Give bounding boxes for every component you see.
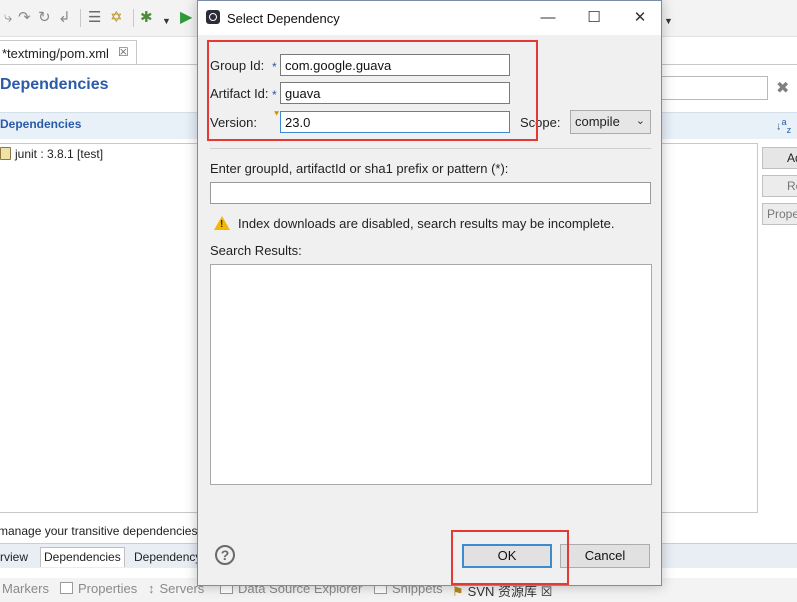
add-button[interactable]: Add... bbox=[762, 147, 797, 169]
hint-text: manage your transitive dependencies bbox=[0, 524, 198, 538]
search-label: Enter groupId, artifactId or sha1 prefix… bbox=[210, 161, 509, 176]
debug-icon[interactable]: ✱ bbox=[140, 10, 153, 26]
tab-markers[interactable]: Markers bbox=[2, 581, 49, 596]
step-into-icon[interactable]: ⤷ bbox=[4, 10, 12, 26]
cancel-button[interactable]: Cancel bbox=[560, 544, 650, 568]
tab-properties-label: Properties bbox=[78, 581, 138, 596]
servers-icon: ↕ bbox=[148, 581, 155, 596]
dialog-title: Select Dependency bbox=[227, 11, 340, 26]
tab-dependencies[interactable]: Dependencies bbox=[40, 547, 125, 567]
editor-tab-pom[interactable]: *textming/pom.xml ☒ bbox=[0, 40, 137, 65]
transitive-hint: manage your transitive dependencies bbox=[0, 524, 199, 538]
close-icon[interactable]: ✕ bbox=[624, 7, 656, 29]
highlight-coordinates-box bbox=[207, 40, 538, 141]
skip-breakpoints-icon[interactable]: ✡ bbox=[110, 10, 123, 26]
clear-filter-icon[interactable]: ✖ bbox=[776, 78, 789, 98]
warning-text: Index downloads are disabled, search res… bbox=[238, 216, 615, 231]
warning-icon: ! bbox=[214, 216, 230, 230]
highlight-ok-box bbox=[451, 530, 569, 585]
tab-properties[interactable]: Properties bbox=[60, 581, 137, 596]
page-title: Dependencies bbox=[0, 76, 109, 93]
sort-alphabetically-icon[interactable]: ↓az bbox=[776, 117, 791, 135]
scope-value: compile bbox=[575, 114, 620, 129]
close-icon[interactable]: ☒ bbox=[541, 584, 553, 599]
eclipse-logo-icon bbox=[206, 10, 220, 24]
dialog-title-bar: Select Dependency — ☐ ✕ bbox=[198, 1, 661, 35]
jar-icon bbox=[0, 147, 11, 160]
drop-to-frame-icon[interactable]: ↲ bbox=[58, 10, 71, 26]
separator bbox=[210, 148, 651, 149]
toolbar-separator bbox=[133, 9, 134, 27]
toolbar-separator bbox=[80, 9, 81, 27]
dependency-label: junit : 3.8.1 [test] bbox=[15, 147, 104, 161]
step-return-icon[interactable]: ↻ bbox=[38, 10, 51, 26]
filter-input[interactable] bbox=[660, 76, 768, 100]
maximize-icon[interactable]: ☐ bbox=[578, 7, 610, 29]
results-label: Search Results: bbox=[210, 243, 302, 258]
svn-icon: ⚑ bbox=[452, 584, 464, 599]
help-icon[interactable]: ? bbox=[215, 545, 235, 565]
minimize-icon[interactable]: — bbox=[532, 7, 564, 29]
editor-tab-label: *textming/pom.xml bbox=[2, 46, 109, 61]
properties-icon bbox=[60, 582, 73, 594]
step-over-icon[interactable]: ↷ bbox=[18, 10, 31, 26]
section-title: Dependencies bbox=[0, 117, 82, 131]
tab-overview[interactable]: Overview bbox=[0, 547, 32, 567]
chevron-down-icon: ⌄ bbox=[635, 115, 645, 127]
chevron-down-icon[interactable]: ▼ bbox=[664, 13, 673, 29]
chevron-down-icon[interactable]: ▼ bbox=[162, 13, 171, 29]
tab-servers[interactable]: ↕ Servers bbox=[148, 581, 204, 596]
list-item[interactable]: junit : 3.8.1 [test] bbox=[0, 147, 103, 161]
scope-select[interactable]: compile ⌄ bbox=[570, 110, 651, 134]
close-icon[interactable]: ☒ bbox=[118, 45, 129, 59]
remove-button[interactable]: Remove bbox=[762, 175, 797, 197]
run-icon[interactable]: ▶ bbox=[180, 10, 192, 26]
properties-button[interactable]: Properties... bbox=[762, 203, 797, 225]
open-type-icon[interactable]: ☰ bbox=[88, 10, 101, 26]
tab-svn-label: SVN 资源库 bbox=[467, 584, 537, 599]
search-results-list[interactable] bbox=[210, 264, 652, 485]
search-input[interactable] bbox=[210, 182, 651, 204]
